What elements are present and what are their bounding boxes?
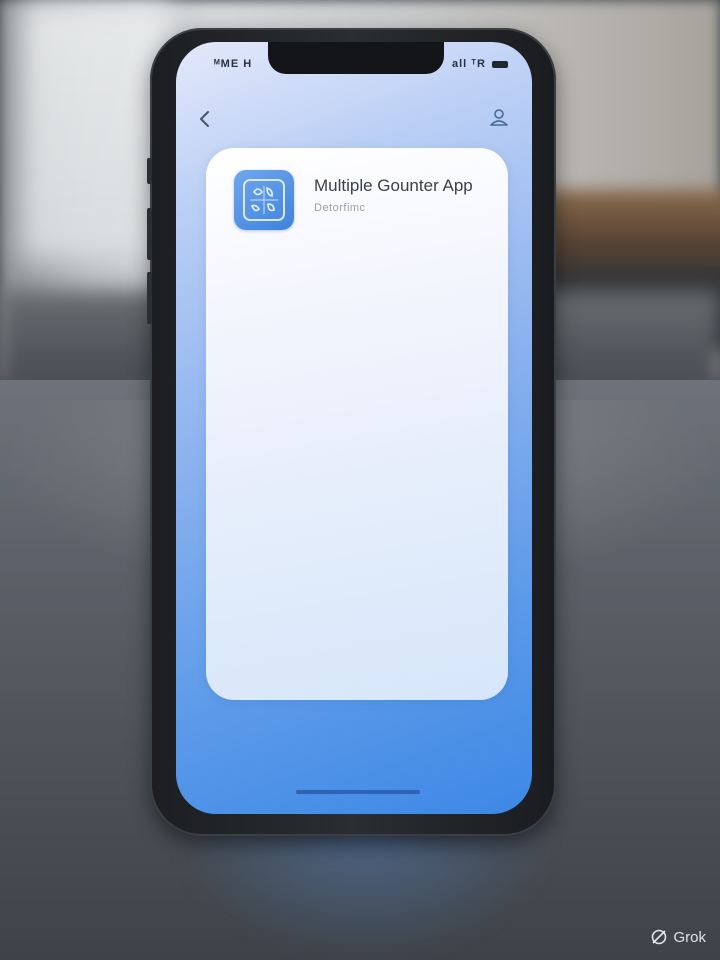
app-title: Multiple Gounter App [314,176,473,195]
user-icon [490,109,508,126]
phone-notch [268,42,444,74]
counter-app-icon[interactable] [234,170,294,230]
grok-logo-icon [652,929,667,945]
back-button[interactable] [194,108,216,130]
phone-volume-up [147,208,152,260]
watermark: Grok [650,928,706,946]
status-signal: all ᵀR [452,58,486,70]
status-time: ᴹME H [214,58,253,70]
home-indicator[interactable] [296,790,420,794]
phone-device: ᴹME H all ᵀR Multiple Gounter App Detorf… [147,28,556,836]
app-card[interactable]: Multiple Gounter App Detorfimc [206,148,508,700]
app-subtitle: Detorfimc [314,202,366,214]
battery-icon [492,61,508,68]
watermark-text: Grok [673,928,706,946]
phone-volume-down [147,272,152,324]
profile-button[interactable] [488,106,510,128]
app-glyph-icon [243,179,285,221]
phone-reflection [175,820,555,960]
chevron-left-icon [200,111,209,127]
phone-mute-switch [147,158,152,184]
phone-screen: ᴹME H all ᵀR Multiple Gounter App Detorf… [176,42,532,814]
